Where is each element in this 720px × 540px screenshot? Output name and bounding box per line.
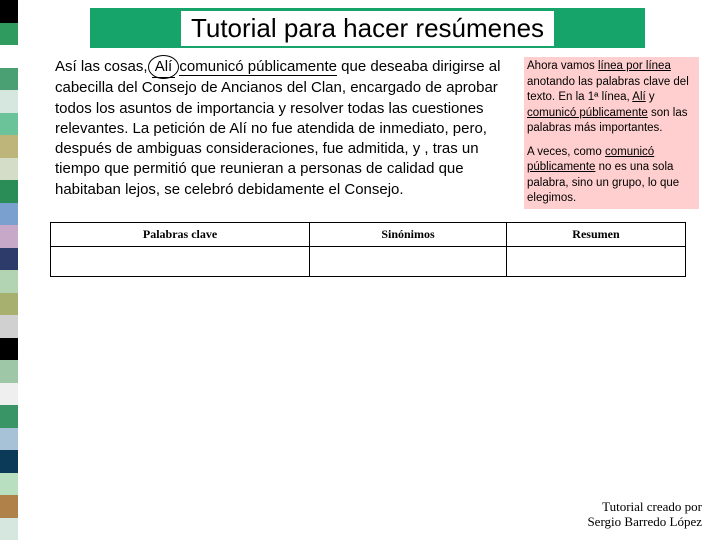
table-cell [506, 247, 685, 277]
side-note: Ahora vamos línea por línea anotando las… [524, 57, 699, 209]
footer-line: Tutorial creado por [587, 499, 702, 515]
footer-credit: Tutorial creado por Sergio Barredo López [587, 499, 702, 530]
text: anotando las palabras clave del texto. E… [527, 76, 689, 104]
underline: comunicó públicamente [527, 107, 648, 119]
text: Ahora vamos [527, 60, 598, 72]
keywords-table: Palabras clave Sinónimos Resumen [50, 222, 686, 277]
table-cell [310, 247, 507, 277]
col-header-synonyms: Sinónimos [310, 223, 507, 247]
underline: línea por línea [598, 60, 671, 72]
decorative-stripe [0, 0, 18, 540]
text: A veces, como [527, 146, 605, 158]
footer-author: Sergio Barredo López [587, 514, 702, 530]
keyword-ali: Alí [152, 57, 176, 78]
table-cell [51, 247, 310, 277]
col-header-summary: Resumen [506, 223, 685, 247]
underline: Alí [632, 91, 645, 103]
text: Así las cosas, [55, 58, 152, 75]
title-band: Tutorial para hacer resúmenes [90, 8, 645, 48]
text: que deseaba dirigirse al cabecilla del C… [55, 58, 500, 198]
keyword-comunico: comunicó públicamente [179, 58, 337, 76]
text: y [646, 91, 655, 103]
page-title: Tutorial para hacer resúmenes [181, 11, 554, 46]
col-header-keywords: Palabras clave [51, 223, 310, 247]
main-paragraph: Así las cosas, Alí comunicó públicamente… [55, 57, 515, 200]
